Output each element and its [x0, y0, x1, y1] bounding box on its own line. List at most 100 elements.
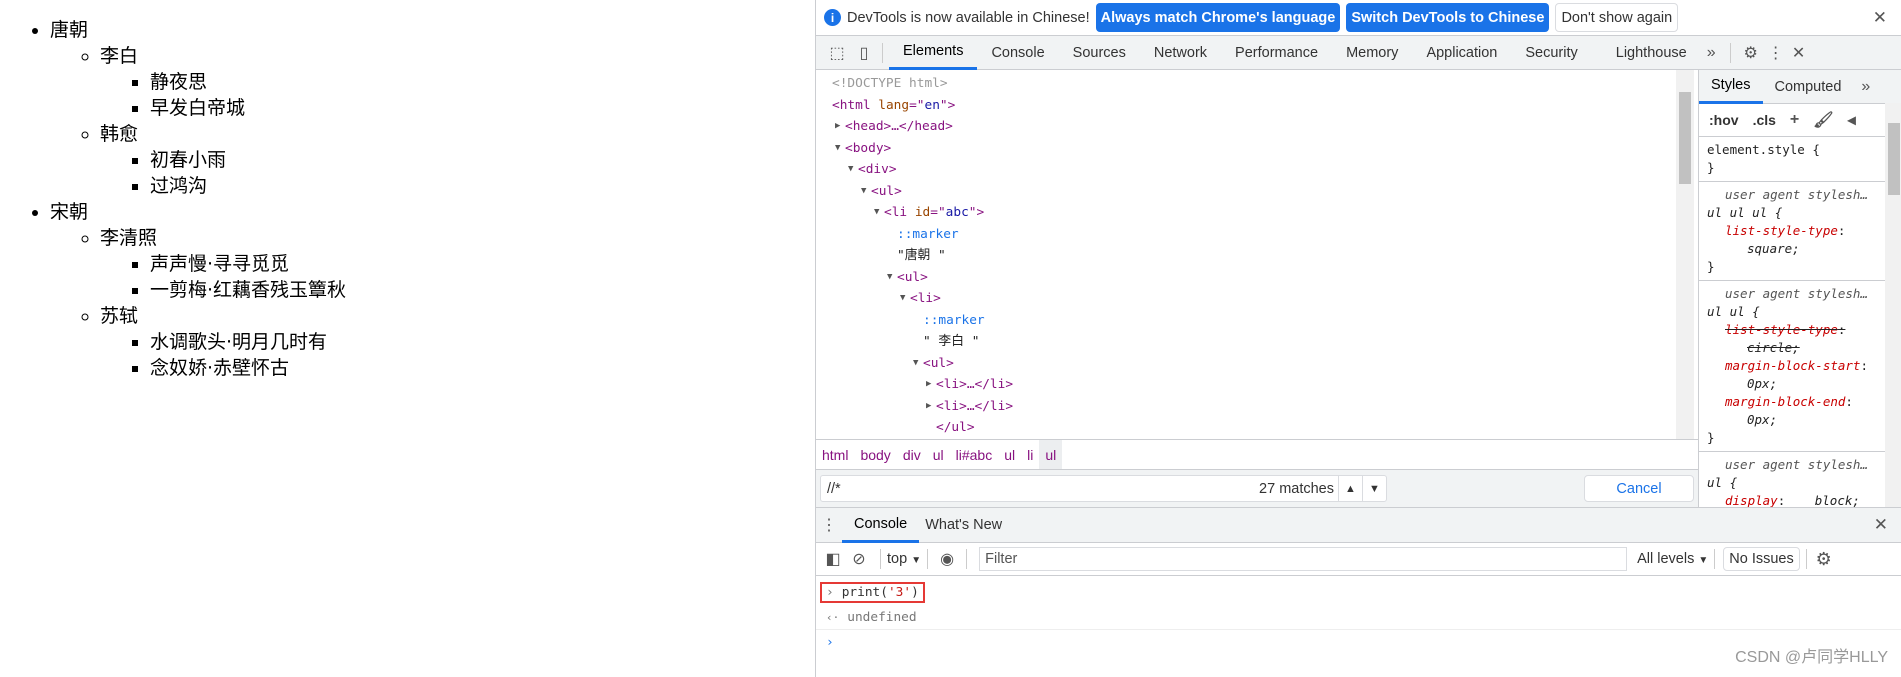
tab-security[interactable]: Security — [1511, 36, 1591, 70]
dom-node-row[interactable]: </ul> — [816, 417, 1698, 439]
list-item: 苏轼水调歌头·明月几时有念奴娇·赤壁怀古 — [100, 303, 815, 381]
dom-node-row[interactable]: <html lang="en"> — [816, 95, 1698, 117]
dom-tree[interactable]: <!DOCTYPE html> <html lang="en"> ▶ <head>…<… — [816, 70, 1698, 439]
property-name: list-style-type — [1725, 322, 1838, 337]
rule-source[interactable]: user agent stylesh… — [1707, 285, 1894, 303]
tab-memory[interactable]: Memory — [1332, 36, 1412, 70]
poem-title: 过鸿沟 — [150, 175, 208, 197]
property-value: 0px; — [1747, 412, 1778, 427]
dom-node-row[interactable]: <!DOCTYPE html> — [816, 73, 1698, 95]
breadcrumb-item[interactable]: ul — [927, 440, 950, 470]
dom-tree-scrollbar[interactable] — [1676, 70, 1694, 439]
close-icon[interactable]: ✕ — [1873, 8, 1887, 28]
console-toolbar: ◧ ⊘ top ▼ ◉ Filter All levels ▼ No Issue… — [816, 543, 1901, 576]
collapse-arrow-icon[interactable]: ▼ — [861, 181, 866, 203]
dont-show-again-button[interactable]: Don't show again — [1555, 3, 1679, 32]
collapse-arrow-icon[interactable]: ▼ — [874, 202, 879, 224]
breadcrumb-item[interactable]: li — [1021, 440, 1039, 470]
expand-arrow-icon[interactable]: ▶ — [926, 396, 931, 418]
rule-source[interactable]: user agent stylesh… — [1707, 456, 1894, 474]
breadcrumb-item[interactable]: ul — [998, 440, 1021, 470]
inspect-element-icon[interactable]: ⬚ — [822, 43, 852, 63]
tab-elements[interactable]: Elements — [889, 36, 978, 70]
tab-whats-new[interactable]: What's New — [919, 508, 1008, 542]
property-value: block; — [1814, 493, 1860, 507]
tab-computed[interactable]: Computed — [1763, 70, 1854, 104]
style-property[interactable]: display: block; — [1707, 492, 1877, 507]
live-expression-eye-icon[interactable]: ◉ — [934, 549, 960, 569]
toggle-sidebar-icon[interactable]: ◂ — [1848, 110, 1856, 130]
collapse-arrow-icon[interactable]: ▼ — [848, 159, 853, 181]
node-token: id — [914, 205, 931, 220]
dom-node-row[interactable]: ::marker — [816, 310, 1698, 332]
clear-console-icon[interactable]: ⊘ — [844, 549, 874, 569]
next-match-icon[interactable]: ▼ — [1362, 476, 1386, 501]
breadcrumb-item[interactable]: li#abc — [950, 440, 999, 470]
paint-brush-icon[interactable]: 🖌 — [1813, 110, 1833, 130]
collapse-arrow-icon[interactable]: ▼ — [835, 138, 840, 160]
collapse-arrow-icon[interactable]: ▼ — [900, 288, 905, 310]
collapse-arrow-icon[interactable]: ▼ — [913, 353, 918, 375]
dom-node-row[interactable]: "唐朝 " — [816, 245, 1698, 267]
dom-node-row[interactable]: ▼ <ul> — [816, 267, 1698, 289]
style-property[interactable]: margin-block-start: 0px; — [1707, 357, 1877, 393]
tab-sources[interactable]: Sources — [1059, 36, 1140, 70]
more-tabs-icon[interactable]: » — [1707, 44, 1716, 62]
tab-network[interactable]: Network — [1140, 36, 1221, 70]
tab-styles[interactable]: Styles — [1699, 70, 1763, 104]
more-tabs-icon[interactable]: » — [1861, 78, 1870, 96]
dom-node-row[interactable]: ::marker — [816, 224, 1698, 246]
node-token: <head>…</head> — [845, 119, 953, 134]
dom-node-row[interactable]: ▼ <li> — [816, 288, 1698, 310]
show-sidebar-icon[interactable]: ◧ — [822, 549, 844, 569]
new-rule-plus-icon[interactable]: + — [1790, 111, 1799, 129]
style-property[interactable]: list-style-type: square; — [1707, 222, 1877, 258]
dom-node-row[interactable]: ▶ <li>…</li> — [816, 396, 1698, 418]
node-token: <ul> — [923, 355, 954, 371]
console-settings-gear-icon[interactable]: ⚙ — [1813, 549, 1835, 570]
tab-console[interactable]: Console — [977, 36, 1058, 70]
dom-node-row[interactable]: ▶ <li>…</li> — [816, 374, 1698, 396]
breadcrumb-item[interactable]: body — [854, 440, 896, 470]
dom-node-row[interactable]: ▼ <div> — [816, 159, 1698, 181]
always-match-language-button[interactable]: Always match Chrome's language — [1095, 3, 1341, 32]
context-selector[interactable]: top ▼ — [887, 551, 921, 567]
device-toolbar-icon[interactable]: ▯ — [852, 43, 876, 63]
close-drawer-icon[interactable]: ✕ — [1874, 515, 1888, 535]
style-property[interactable]: list-style-type: circle; — [1707, 321, 1877, 357]
style-property[interactable]: margin-block-end: 0px; — [1707, 393, 1877, 429]
console-filter-input[interactable]: Filter — [979, 547, 1628, 571]
style-rule: user agent stylesh…ul {display: block;} — [1699, 452, 1901, 507]
tab-console[interactable]: Console — [842, 508, 920, 543]
issues-button[interactable]: No Issues — [1723, 547, 1800, 571]
dom-node-row[interactable]: " 李白 " — [816, 331, 1698, 353]
dom-node-row[interactable]: ▼ <li id="abc"> — [816, 202, 1698, 224]
dom-node-row[interactable]: ▼ <body> — [816, 138, 1698, 160]
breadcrumb-item[interactable]: html — [816, 440, 854, 470]
tab-performance[interactable]: Performance — [1221, 36, 1332, 70]
search-cancel-button[interactable]: Cancel — [1584, 475, 1694, 502]
breadcrumb-item[interactable]: div — [897, 440, 927, 470]
dom-node-row[interactable]: ▼ <ul> — [816, 353, 1698, 375]
collapse-arrow-icon[interactable]: ▼ — [887, 267, 892, 289]
expand-arrow-icon[interactable]: ▶ — [835, 116, 840, 138]
rule-source[interactable]: user agent stylesh… — [1707, 186, 1894, 204]
log-levels-dropdown[interactable]: All levels ▼ — [1637, 551, 1708, 567]
expand-arrow-icon[interactable]: ▶ — [926, 374, 931, 396]
switch-to-chinese-button[interactable]: Switch DevTools to Chinese — [1346, 3, 1550, 32]
close-devtools-icon[interactable]: ✕ — [1787, 43, 1811, 63]
dom-node-row[interactable]: ▶ <head>…</head> — [816, 116, 1698, 138]
tab-application[interactable]: Application — [1412, 36, 1511, 70]
dom-search-input[interactable]: //* — [827, 481, 841, 497]
hover-state-toggle[interactable]: :hov — [1709, 112, 1739, 128]
previous-match-icon[interactable]: ▲ — [1338, 476, 1362, 501]
drawer-menu-icon[interactable]: ⋮ — [816, 515, 842, 535]
dom-node-row[interactable]: ▼ <ul> — [816, 181, 1698, 203]
settings-gear-icon[interactable]: ⚙ — [1737, 43, 1765, 63]
tab-lighthouse[interactable]: Lighthouse — [1602, 36, 1701, 70]
styles-scrollbar[interactable] — [1885, 103, 1901, 507]
language-infobar: i DevTools is now available in Chinese! … — [816, 0, 1901, 36]
more-options-icon[interactable]: ⋮ — [1765, 43, 1787, 63]
class-toggle[interactable]: .cls — [1753, 112, 1776, 128]
breadcrumb-item[interactable]: ul — [1039, 439, 1063, 470]
